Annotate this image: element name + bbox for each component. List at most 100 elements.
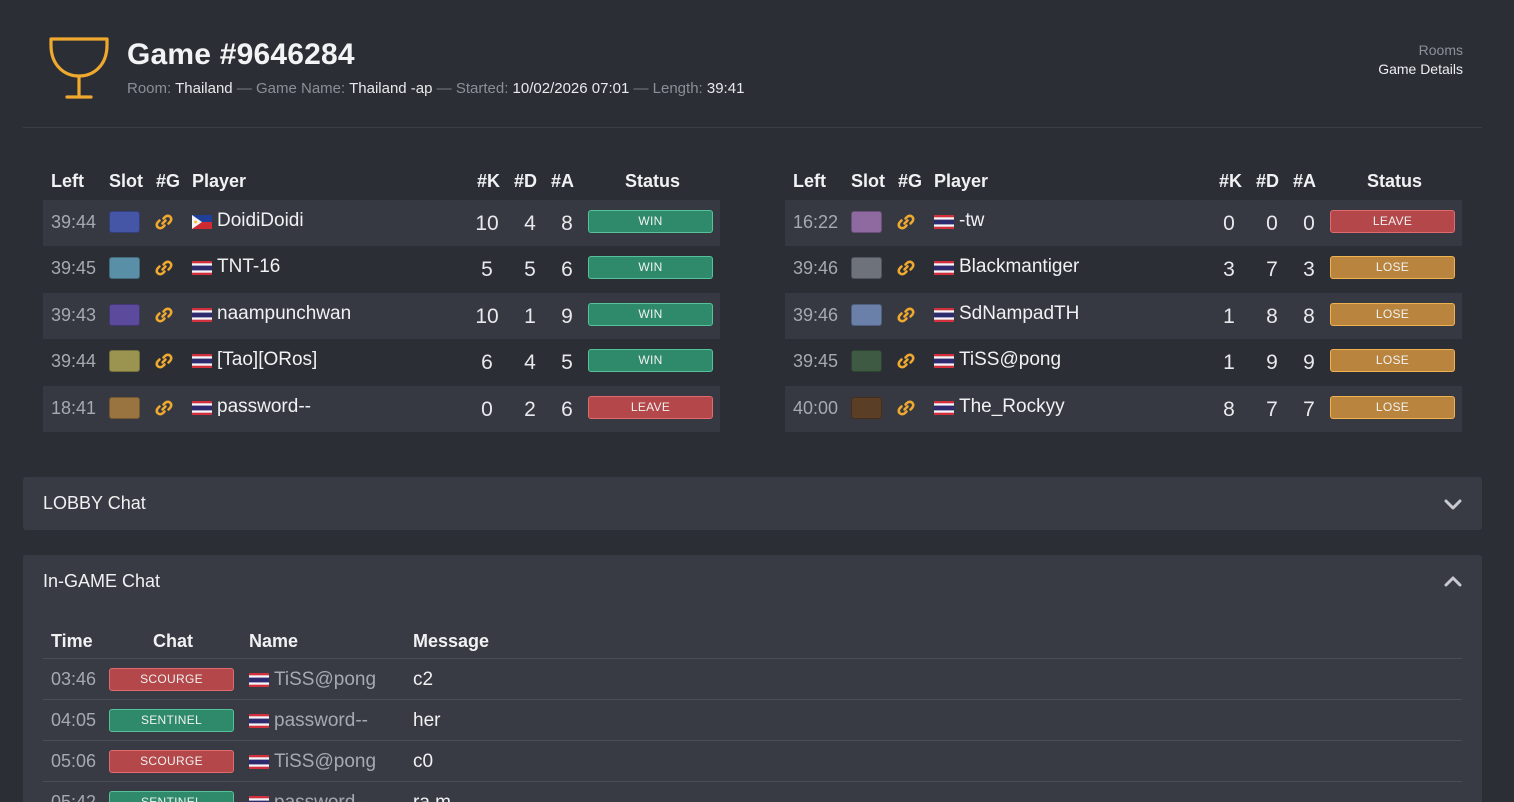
player-deaths: 1 (524, 304, 536, 328)
player-name-link[interactable]: [Tao][ORos] (217, 349, 317, 371)
player-row: 39:44 [Tao][ORos] 6 4 5 WIN (43, 339, 720, 385)
chat-team-badge: SCOURGE (109, 668, 234, 691)
player-left-time: 39:45 (51, 258, 97, 279)
link-icon[interactable] (154, 305, 174, 325)
link-icon[interactable] (896, 258, 916, 278)
col-d: #D (1256, 171, 1280, 191)
player-deaths: 7 (1266, 258, 1278, 282)
player-name-link[interactable]: DoidiDoidi (217, 210, 304, 232)
thailand-flag-icon (934, 307, 954, 322)
chat-row: 05:42 SENTINEL password-- ra m (43, 782, 1462, 802)
chat-message: her (413, 710, 441, 731)
chat-message: ra m (413, 792, 451, 802)
thailand-flag-icon (249, 673, 269, 687)
link-icon[interactable] (154, 258, 174, 278)
lobby-chat-panel[interactable]: LOBBY Chat (23, 477, 1482, 530)
col-left: Left (793, 171, 826, 191)
player-name-link[interactable]: naampunchwan (217, 303, 351, 325)
room-label: Room: (127, 80, 172, 97)
chevron-up-icon[interactable] (1444, 575, 1462, 587)
col-player: Player (934, 171, 989, 191)
col-status: Status (625, 171, 681, 191)
slot-color-swatch (109, 350, 140, 373)
chat-time: 05:06 (51, 751, 97, 771)
chat-time: 05:42 (51, 792, 97, 802)
chat-row: 04:05 SENTINEL password-- her (43, 700, 1462, 741)
slot-color-swatch (851, 303, 882, 326)
player-name-link[interactable]: -tw (959, 210, 984, 232)
status-badge: LEAVE (1330, 210, 1455, 233)
player-deaths: 2 (524, 397, 536, 421)
link-icon[interactable] (896, 305, 916, 325)
player-left-time: 39:44 (51, 351, 97, 372)
thailand-flag-icon (249, 755, 269, 769)
player-row: 39:45 TiSS@pong 1 9 9 LOSE (785, 339, 1462, 385)
chat-time: 04:05 (51, 710, 97, 730)
link-icon[interactable] (154, 351, 174, 371)
team-table-scourge: Left Slot #G Player #K #D #A Status 16:2… (785, 160, 1462, 432)
player-left-time: 39:46 (793, 258, 839, 279)
player-name-link[interactable]: TNT-16 (217, 256, 280, 278)
player-row: 39:45 TNT-16 5 5 6 WIN (43, 246, 720, 292)
col-k: #K (1219, 171, 1243, 191)
link-icon[interactable] (896, 212, 916, 232)
chevron-down-icon[interactable] (1444, 498, 1462, 510)
link-icon[interactable] (896, 398, 916, 418)
breadcrumb-rooms-link[interactable]: Rooms (1378, 41, 1463, 60)
chat-player-name[interactable]: password-- (274, 792, 368, 802)
player-kills: 1 (1223, 351, 1235, 375)
col-time: Time (51, 631, 93, 651)
thailand-flag-icon (934, 215, 954, 229)
player-kills: 10 (475, 304, 499, 328)
col-g: #G (898, 171, 923, 191)
player-left-time: 16:22 (793, 212, 839, 232)
player-assists: 7 (1303, 397, 1315, 421)
link-icon[interactable] (154, 398, 174, 418)
col-a: #A (1293, 171, 1317, 191)
chat-table-header: Time Chat Name Message (43, 629, 1462, 659)
player-left-time: 39:44 (51, 212, 97, 232)
player-name-link[interactable]: Blackmantiger (959, 256, 1079, 278)
slot-color-swatch (851, 211, 882, 233)
chat-row: 05:06 SCOURGE TiSS@pong c0 (43, 741, 1462, 782)
player-name-link[interactable]: password-- (217, 396, 311, 418)
chat-time: 03:46 (51, 669, 97, 689)
room-value: Thailand (175, 80, 233, 97)
status-badge: WIN (588, 302, 713, 326)
col-name: Name (249, 631, 299, 651)
thailand-flag-icon (934, 261, 954, 276)
player-left-time: 39:46 (793, 304, 839, 325)
status-badge: LOSE (1330, 395, 1455, 419)
player-kills: 0 (1223, 212, 1235, 235)
chat-team-badge: SENTINEL (109, 791, 234, 802)
player-assists: 6 (561, 397, 573, 421)
slot-color-swatch (851, 350, 882, 373)
player-assists: 0 (1303, 212, 1315, 235)
col-left: Left (51, 171, 84, 191)
philippines-flag-icon (192, 215, 212, 229)
link-icon[interactable] (896, 351, 916, 371)
thailand-flag-icon (192, 261, 212, 276)
link-icon[interactable] (154, 212, 174, 232)
player-kills: 0 (481, 397, 493, 421)
slot-color-swatch (109, 396, 140, 419)
player-name-link[interactable]: TiSS@pong (959, 349, 1061, 371)
player-row: 39:46 Blackmantiger 3 7 3 LOSE (785, 246, 1462, 292)
length-value: 39:41 (706, 80, 745, 97)
player-row: 39:44 DoidiDoidi 10 4 8 WIN (43, 200, 720, 247)
page-title: Game #9646284 (127, 38, 355, 71)
chat-player-name[interactable]: TiSS@pong (274, 669, 376, 691)
player-row: 16:22 -tw 0 0 0 LEAVE (785, 200, 1462, 247)
player-name-link[interactable]: The_Rockyy (959, 396, 1065, 418)
col-k: #K (477, 171, 501, 191)
chat-message: c0 (413, 751, 434, 772)
chat-team-badge: SENTINEL (109, 709, 234, 732)
status-badge: LOSE (1330, 256, 1455, 280)
chat-player-name[interactable]: TiSS@pong (274, 751, 376, 773)
status-badge: WIN (588, 210, 713, 233)
status-badge: LOSE (1330, 302, 1455, 326)
separator: — (236, 80, 252, 97)
chat-player-name[interactable]: password-- (274, 710, 368, 732)
player-name-link[interactable]: SdNampadTH (959, 303, 1079, 325)
col-chat: Chat (153, 631, 193, 651)
